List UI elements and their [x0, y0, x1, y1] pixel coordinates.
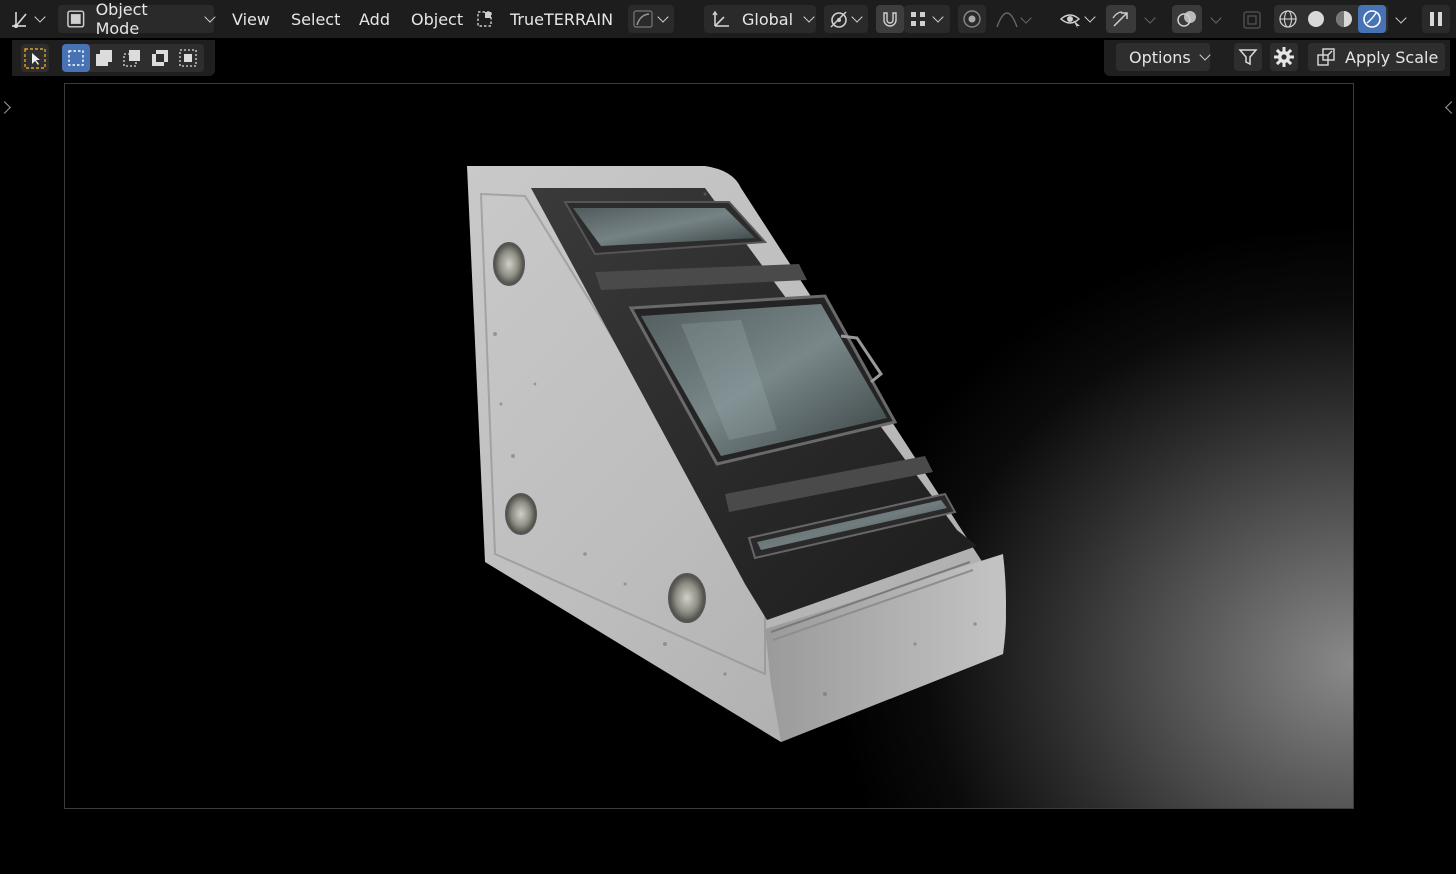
sidebar-expand-arrow[interactable]: [1445, 101, 1456, 114]
tool-settings-right: Options Apply Scale: [1104, 40, 1450, 76]
solid-sphere-icon: [1308, 11, 1324, 27]
curve-icon: [633, 10, 653, 28]
select-extend-icon: [96, 50, 112, 66]
menu-view[interactable]: View: [228, 5, 274, 33]
selectability-visibility-dropdown[interactable]: [1056, 5, 1102, 33]
chevron-down-icon: [803, 11, 815, 23]
shading-rendered[interactable]: [1358, 5, 1386, 33]
falloff-curve-icon: [996, 12, 1018, 28]
menu-object[interactable]: Object: [407, 5, 467, 33]
curve-dropdown[interactable]: [628, 5, 674, 33]
chevron-down-icon: [1199, 49, 1211, 61]
shading-material[interactable]: [1330, 5, 1358, 33]
camera-viewport[interactable]: [64, 83, 1354, 809]
snap-grid-icon: [911, 12, 925, 26]
eye-pointer-icon: [1059, 14, 1081, 29]
select-mode-set[interactable]: [62, 44, 90, 72]
shading-dropdown[interactable]: [1392, 6, 1410, 34]
snap-toggle[interactable]: [876, 5, 904, 33]
menu-add[interactable]: Add: [355, 5, 394, 33]
options-label: Options: [1129, 47, 1191, 67]
orientation-axis-icon: [712, 10, 729, 27]
gear-icon: [1274, 47, 1294, 67]
xray-toggle[interactable]: [1238, 6, 1266, 34]
pivot-icon: [830, 11, 847, 28]
chevron-down-icon: [1020, 12, 1032, 24]
options-dropdown[interactable]: Options: [1116, 43, 1211, 71]
overlays-icon: [1177, 11, 1196, 27]
chevron-down-icon: [1395, 12, 1407, 24]
menu-select[interactable]: Select: [287, 5, 344, 33]
overlays-toggle[interactable]: [1172, 5, 1202, 33]
mode-selector[interactable]: Object Mode: [58, 0, 216, 38]
sci-fi-console-render: [467, 166, 1006, 742]
pivot-point-dropdown[interactable]: [824, 5, 868, 33]
shading-solid[interactable]: [1302, 5, 1330, 33]
apply-scale-button[interactable]: Apply Scale: [1308, 43, 1445, 71]
chevron-down-icon: [1144, 12, 1156, 24]
chevron-down-icon: [932, 11, 944, 23]
filter-button[interactable]: [1234, 43, 1262, 71]
select-set-icon: [68, 50, 84, 66]
select-mode-intersect[interactable]: [174, 44, 202, 72]
menu-trueterrain[interactable]: TrueTERRAIN: [506, 5, 617, 33]
xray-icon: [1243, 11, 1261, 29]
chevron-down-icon: [851, 11, 863, 23]
chevron-down-icon: [204, 11, 216, 23]
select-box-cursor-icon: [24, 48, 46, 69]
orientation-label: Global: [742, 9, 794, 29]
chevron-down-icon: [1210, 12, 1222, 24]
gizmo-toggle[interactable]: [1106, 5, 1136, 33]
select-mode-difference[interactable]: [146, 44, 174, 72]
shading-wireframe[interactable]: [1274, 5, 1302, 33]
active-tool-button[interactable]: [21, 44, 49, 72]
object-mode-icon: [67, 10, 85, 28]
chevron-down-icon: [34, 11, 46, 23]
transform-orientation[interactable]: Global: [704, 5, 816, 33]
magnet-icon: [883, 12, 897, 27]
select-mode-group: [62, 44, 204, 72]
axis-editor-icon: [12, 12, 27, 28]
dashed-select-icon[interactable]: [474, 8, 496, 30]
pause-icon: [1430, 12, 1442, 26]
proportional-edit-toggle[interactable]: [958, 5, 986, 33]
falloff-dropdown[interactable]: [990, 6, 1034, 34]
editor-type-button[interactable]: [6, 5, 48, 33]
proportional-edit-icon: [963, 10, 981, 28]
snap-target-dropdown[interactable]: [904, 5, 950, 33]
select-difference-icon: [152, 50, 168, 66]
viewport-header: Object Mode View Select Add Object TrueT…: [0, 0, 1456, 38]
select-mode-subtract[interactable]: [118, 44, 146, 72]
rendered-sphere-icon: [1363, 10, 1381, 28]
select-intersect-icon: [179, 49, 197, 67]
shading-group: [1274, 5, 1388, 33]
select-mode-extend[interactable]: [90, 44, 118, 72]
chevron-down-icon: [657, 11, 669, 23]
settings-button[interactable]: [1270, 43, 1298, 71]
wireframe-sphere-icon: [1279, 10, 1297, 28]
toolbar-expand-arrow[interactable]: [0, 101, 11, 114]
gizmo-dropdown[interactable]: [1140, 6, 1160, 34]
overlays-dropdown[interactable]: [1206, 6, 1226, 34]
mode-label: Object Mode: [95, 0, 148, 38]
filter-icon: [1238, 49, 1258, 66]
pause-render-button[interactable]: [1422, 5, 1450, 33]
apply-scale-label: Apply Scale: [1345, 47, 1439, 67]
gizmo-icon: [1112, 11, 1128, 27]
apply-scale-icon: [1317, 48, 1335, 66]
material-sphere-icon: [1336, 11, 1352, 27]
chevron-down-icon: [1084, 11, 1096, 23]
tool-settings-left: [12, 40, 215, 76]
select-subtract-icon: [123, 50, 140, 67]
